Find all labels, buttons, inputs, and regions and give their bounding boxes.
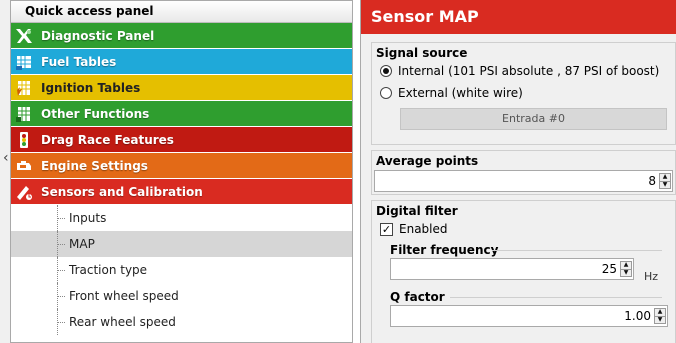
enabled-checkbox-option[interactable]: ✓ Enabled (372, 218, 675, 240)
sub-item-label: Traction type (69, 263, 148, 277)
digital-filter-title: Digital filter (376, 204, 458, 218)
category-label: Other Functions (41, 106, 150, 121)
sensor-map-panel: Sensor MAP Signal source Internal (101 P… (360, 0, 676, 343)
average-points-title: Average points (376, 154, 479, 168)
engine-icon (11, 153, 37, 179)
category-label: Ignition Tables (41, 80, 141, 95)
external-radio-label: External (white wire) (398, 86, 523, 100)
q-factor-title: Q factor (372, 290, 675, 304)
sub-item-label: Front wheel speed (69, 289, 179, 303)
quick-access-panel: Quick access panel Diagnostic Panel Fuel… (10, 0, 353, 343)
filter-frequency-title: Filter frequency (372, 243, 675, 257)
sensors-sub-list: Inputs MAP Traction type Front wheel spe… (11, 205, 352, 335)
collapse-arrow-icon[interactable]: ‹ (3, 150, 9, 166)
filter-frequency-unit: Hz (644, 270, 659, 283)
sub-item-traction-type[interactable]: Traction type (11, 257, 352, 283)
q-factor-spinner[interactable]: 1.00 ▲ ▼ (390, 305, 668, 327)
sub-item-rear-wheel-speed[interactable]: Rear wheel speed (11, 309, 352, 335)
drag-race-icon (11, 127, 37, 153)
other-functions-icon (11, 101, 37, 127)
category-label: Diagnostic Panel (41, 28, 155, 43)
category-sensors-and-calibration[interactable]: Sensors and Calibration (11, 179, 352, 205)
category-label: Engine Settings (41, 158, 148, 173)
category-ignition-tables[interactable]: Ignition Tables (11, 75, 352, 101)
external-radio[interactable] (380, 87, 392, 99)
sub-item-label: Inputs (69, 211, 107, 225)
tree-tick (57, 296, 65, 297)
internal-radio[interactable] (380, 65, 392, 77)
sub-item-front-wheel-speed[interactable]: Front wheel speed (11, 283, 352, 309)
sub-item-inputs[interactable]: Inputs (11, 205, 352, 231)
tree-tick (57, 218, 65, 219)
q-factor-value: 1.00 (624, 309, 651, 323)
ignition-icon (11, 75, 37, 101)
filter-frequency-stepper[interactable]: ▲ ▼ (620, 261, 632, 277)
internal-radio-option[interactable]: Internal (101 PSI absolute , 87 PSI of b… (372, 60, 675, 82)
sub-item-label: Rear wheel speed (69, 315, 176, 329)
q-factor-stepper[interactable]: ▲ ▼ (654, 308, 666, 324)
filter-frequency-separator (492, 250, 662, 251)
sensor-map-title: Sensor MAP (361, 0, 676, 34)
spin-down-icon[interactable]: ▼ (660, 181, 670, 189)
filter-frequency-value: 25 (601, 262, 617, 276)
tree-tick (57, 322, 65, 323)
average-points-value: 8 (648, 174, 656, 188)
enabled-checkbox[interactable]: ✓ (380, 222, 393, 236)
category-fuel-tables[interactable]: Fuel Tables (11, 49, 352, 75)
sub-item-map[interactable]: MAP (11, 231, 352, 257)
signal-source-title: Signal source (376, 46, 468, 60)
category-label: Drag Race Features (41, 132, 174, 147)
filter-frequency-spinner[interactable]: 25 ▲ ▼ (390, 258, 634, 280)
fuel-icon (11, 49, 37, 75)
spin-down-icon[interactable]: ▼ (655, 316, 665, 324)
signal-source-group: Signal source Internal (101 PSI absolute… (371, 42, 676, 145)
tree-tick (57, 270, 65, 271)
filter-frequency-label: Filter frequency (390, 243, 499, 257)
average-points-stepper[interactable]: ▲ ▼ (659, 173, 671, 189)
category-engine-settings[interactable]: Engine Settings (11, 153, 352, 179)
category-other-functions[interactable]: Other Functions (11, 101, 352, 127)
category-drag-race-features[interactable]: Drag Race Features (11, 127, 352, 153)
average-points-group: Average points 8 ▲ ▼ (371, 150, 676, 195)
q-factor-label: Q factor (390, 290, 445, 304)
spin-down-icon[interactable]: ▼ (621, 269, 631, 277)
sub-item-label: MAP (69, 237, 95, 251)
digital-filter-group: Digital filter ✓ Enabled Filter frequenc… (371, 200, 676, 343)
tree-tick (57, 244, 65, 245)
diagnostic-icon (11, 23, 37, 49)
sensor-icon (11, 179, 37, 205)
internal-radio-label: Internal (101 PSI absolute , 87 PSI of b… (398, 64, 660, 78)
enabled-label: Enabled (399, 222, 448, 236)
entrada-button[interactable]: Entrada #0 (400, 108, 667, 130)
category-label: Sensors and Calibration (41, 184, 203, 199)
quick-access-title: Quick access panel (11, 1, 352, 23)
q-factor-separator (450, 297, 662, 298)
external-radio-option[interactable]: External (white wire) (372, 82, 675, 104)
category-label: Fuel Tables (41, 54, 117, 69)
category-diagnostic-panel[interactable]: Diagnostic Panel (11, 23, 352, 49)
average-points-spinner[interactable]: 8 ▲ ▼ (374, 170, 673, 192)
